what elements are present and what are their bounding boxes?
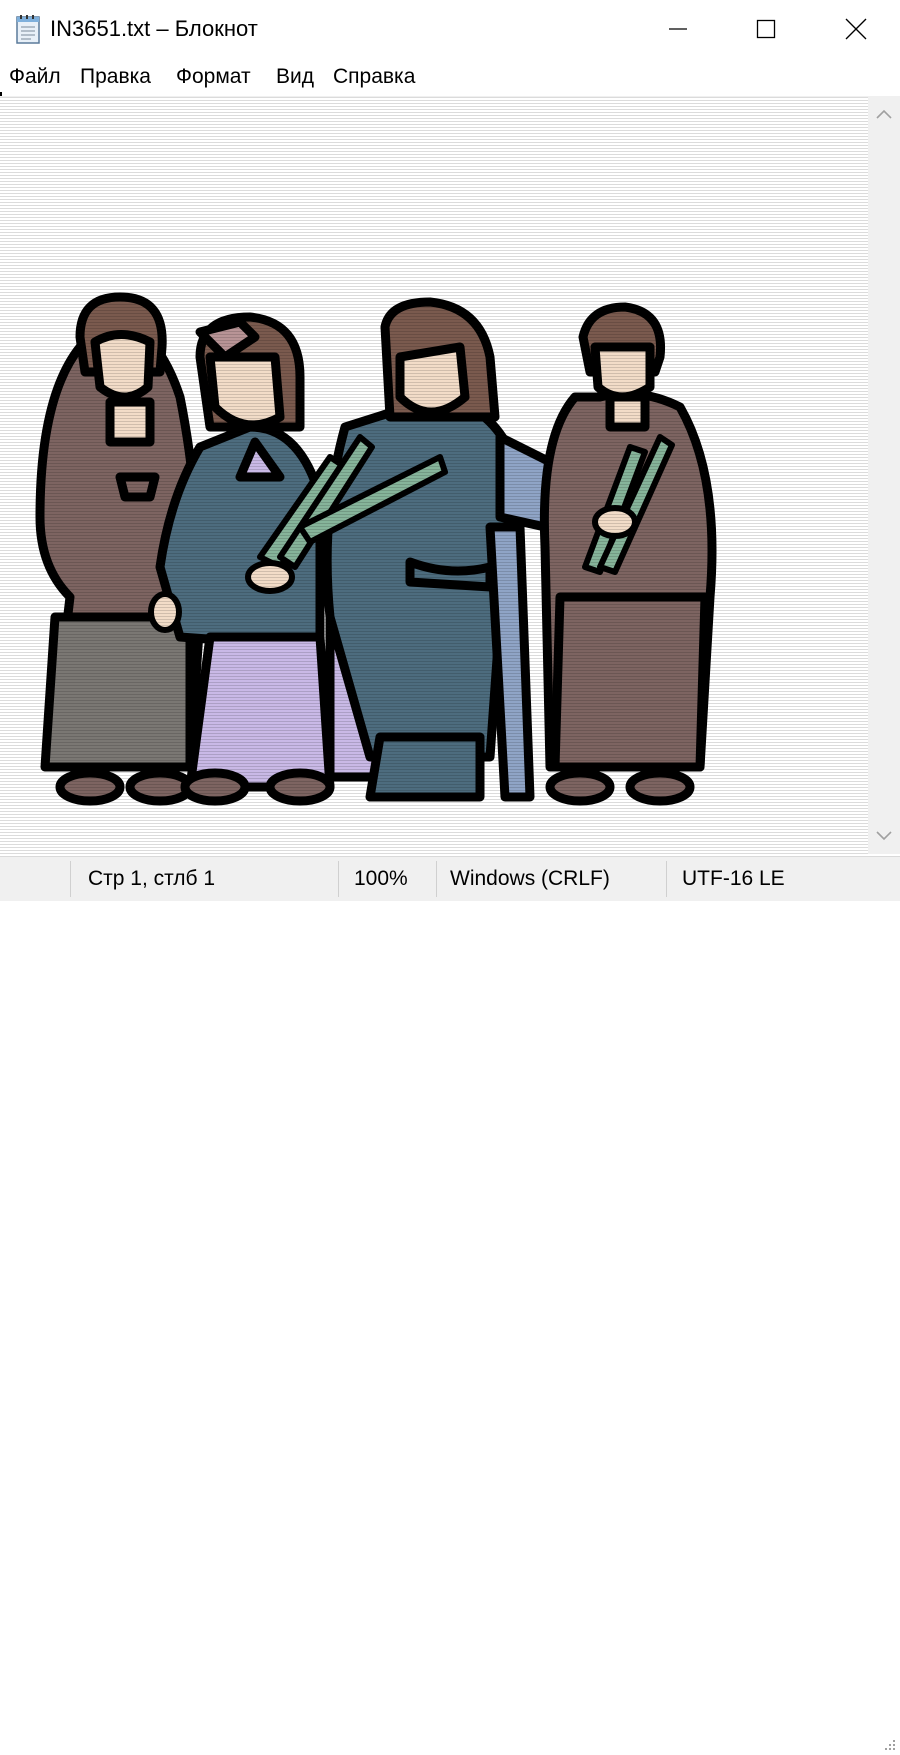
status-separator bbox=[70, 861, 71, 897]
minimize-button[interactable] bbox=[632, 0, 724, 58]
menu-file[interactable]: Файл bbox=[9, 64, 61, 90]
notepad-app-icon bbox=[14, 14, 42, 44]
status-separator bbox=[436, 861, 437, 897]
scroll-down-button[interactable] bbox=[868, 820, 900, 852]
title-bar[interactable]: IN3651.txt – Блокнот bbox=[0, 0, 900, 58]
minimize-icon bbox=[669, 28, 687, 30]
scroll-up-button[interactable] bbox=[868, 98, 900, 130]
resize-grip-icon[interactable] bbox=[878, 1735, 898, 1755]
close-button[interactable] bbox=[810, 0, 900, 58]
status-cursor-position: Стр 1, стлб 1 bbox=[88, 867, 216, 890]
close-icon bbox=[845, 18, 867, 40]
clipart-image bbox=[0, 97, 868, 855]
menu-help[interactable]: Справка bbox=[333, 64, 415, 90]
menu-format[interactable]: Формат bbox=[176, 64, 251, 90]
maximize-icon bbox=[756, 19, 776, 39]
chevron-down-icon bbox=[876, 831, 892, 841]
text-editor-area[interactable] bbox=[0, 96, 868, 855]
maximize-button[interactable] bbox=[720, 0, 812, 58]
menu-view[interactable]: Вид bbox=[276, 64, 314, 90]
status-bar: Стр 1, стлб 1 100% Windows (CRLF) UTF-16… bbox=[0, 856, 900, 1750]
status-zoom: 100% bbox=[354, 867, 408, 890]
status-separator bbox=[338, 861, 339, 897]
vertical-scrollbar[interactable] bbox=[868, 96, 900, 854]
chevron-up-icon bbox=[876, 109, 892, 119]
window-title: IN3651.txt – Блокнот bbox=[50, 16, 258, 41]
status-line-endings: Windows (CRLF) bbox=[450, 867, 610, 890]
status-separator bbox=[666, 861, 667, 897]
menu-bar: Файл Правка Формат Вид Справка bbox=[0, 58, 900, 94]
status-encoding: UTF-16 LE bbox=[682, 867, 785, 890]
menu-edit[interactable]: Правка bbox=[80, 64, 151, 90]
